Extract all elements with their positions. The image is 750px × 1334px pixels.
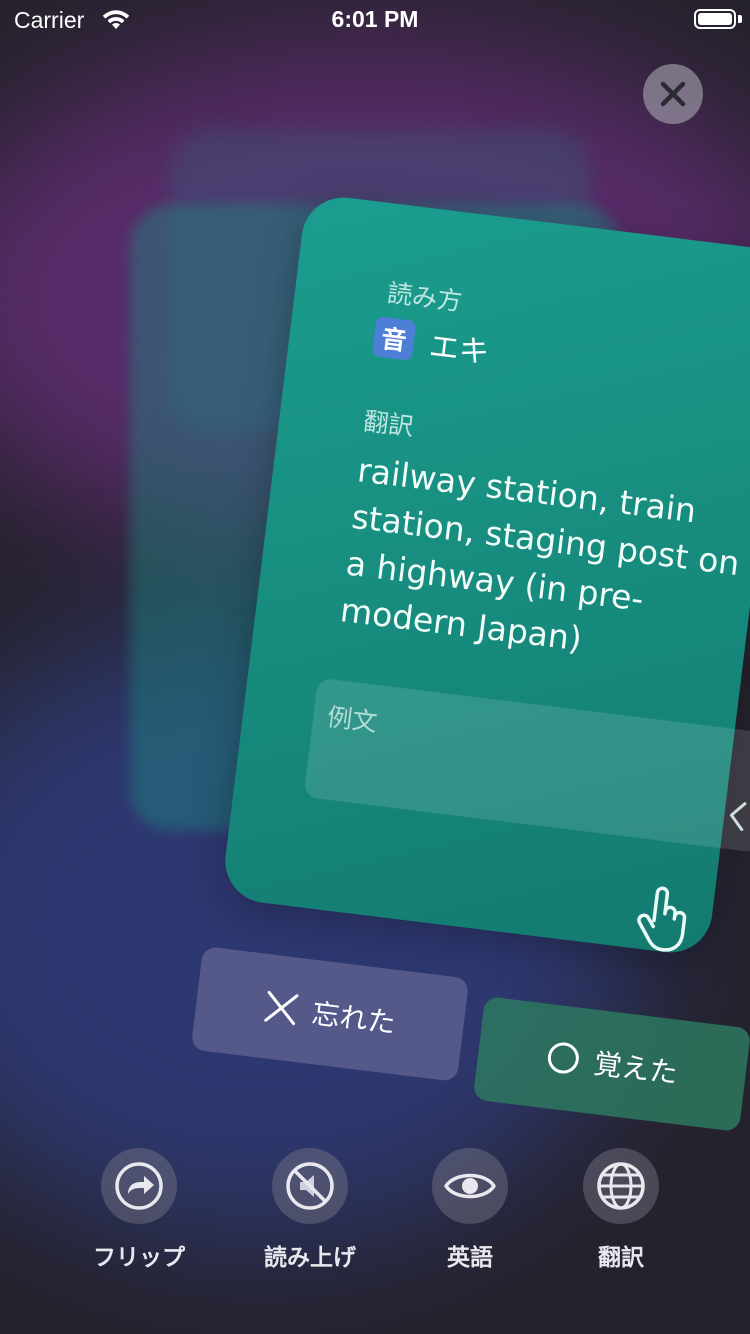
bottom-toolbar: フリップ 読み上げ 英語 翻訳: [0, 1148, 750, 1278]
translation-label: 翻訳: [361, 406, 416, 442]
translation-label: 翻訳: [598, 1245, 644, 1271]
chevron-left-icon[interactable]: [726, 799, 748, 837]
translation-text: railway station, train station, staging …: [338, 450, 742, 659]
read-aloud-button[interactable]: 読み上げ: [235, 1148, 385, 1272]
flip-arrow-icon: [101, 1148, 177, 1224]
forgot-label: 忘れた: [309, 996, 398, 1040]
read-aloud-label: 読み上げ: [264, 1245, 356, 1271]
reading-label: 読み方: [385, 278, 464, 317]
remembered-label: 覚えた: [591, 1046, 680, 1090]
close-icon: [660, 81, 686, 107]
flashcard[interactable]: 読み方 音 エキ 翻訳 railway station, train stati…: [220, 192, 750, 958]
close-button[interactable]: [643, 64, 703, 124]
cross-icon: [262, 989, 300, 1027]
globe-icon: [583, 1148, 659, 1224]
speaker-muted-icon: [272, 1148, 348, 1224]
flip-label: フリップ: [93, 1245, 185, 1271]
flip-button[interactable]: フリップ: [64, 1148, 214, 1272]
example-label: 例文: [325, 702, 379, 738]
reading-row: 音 エキ: [371, 314, 491, 372]
status-time: 6:01 PM: [331, 6, 419, 32]
example-sentence-panel[interactable]: 例文: [303, 677, 750, 853]
battery-cap: [738, 15, 742, 23]
translation-toggle-button[interactable]: 翻訳: [546, 1148, 696, 1272]
onyomi-badge: 音: [371, 316, 417, 361]
circle-icon: [544, 1039, 582, 1077]
english-toggle-button[interactable]: 英語: [395, 1148, 545, 1272]
reading-value: エキ: [427, 328, 491, 372]
tap-hand-icon: [632, 881, 697, 961]
status-bar: Carrier 6:01 PM: [0, 0, 750, 40]
english-label: 英語: [447, 1245, 493, 1271]
battery-icon: [694, 9, 736, 29]
eye-icon: [432, 1148, 508, 1224]
